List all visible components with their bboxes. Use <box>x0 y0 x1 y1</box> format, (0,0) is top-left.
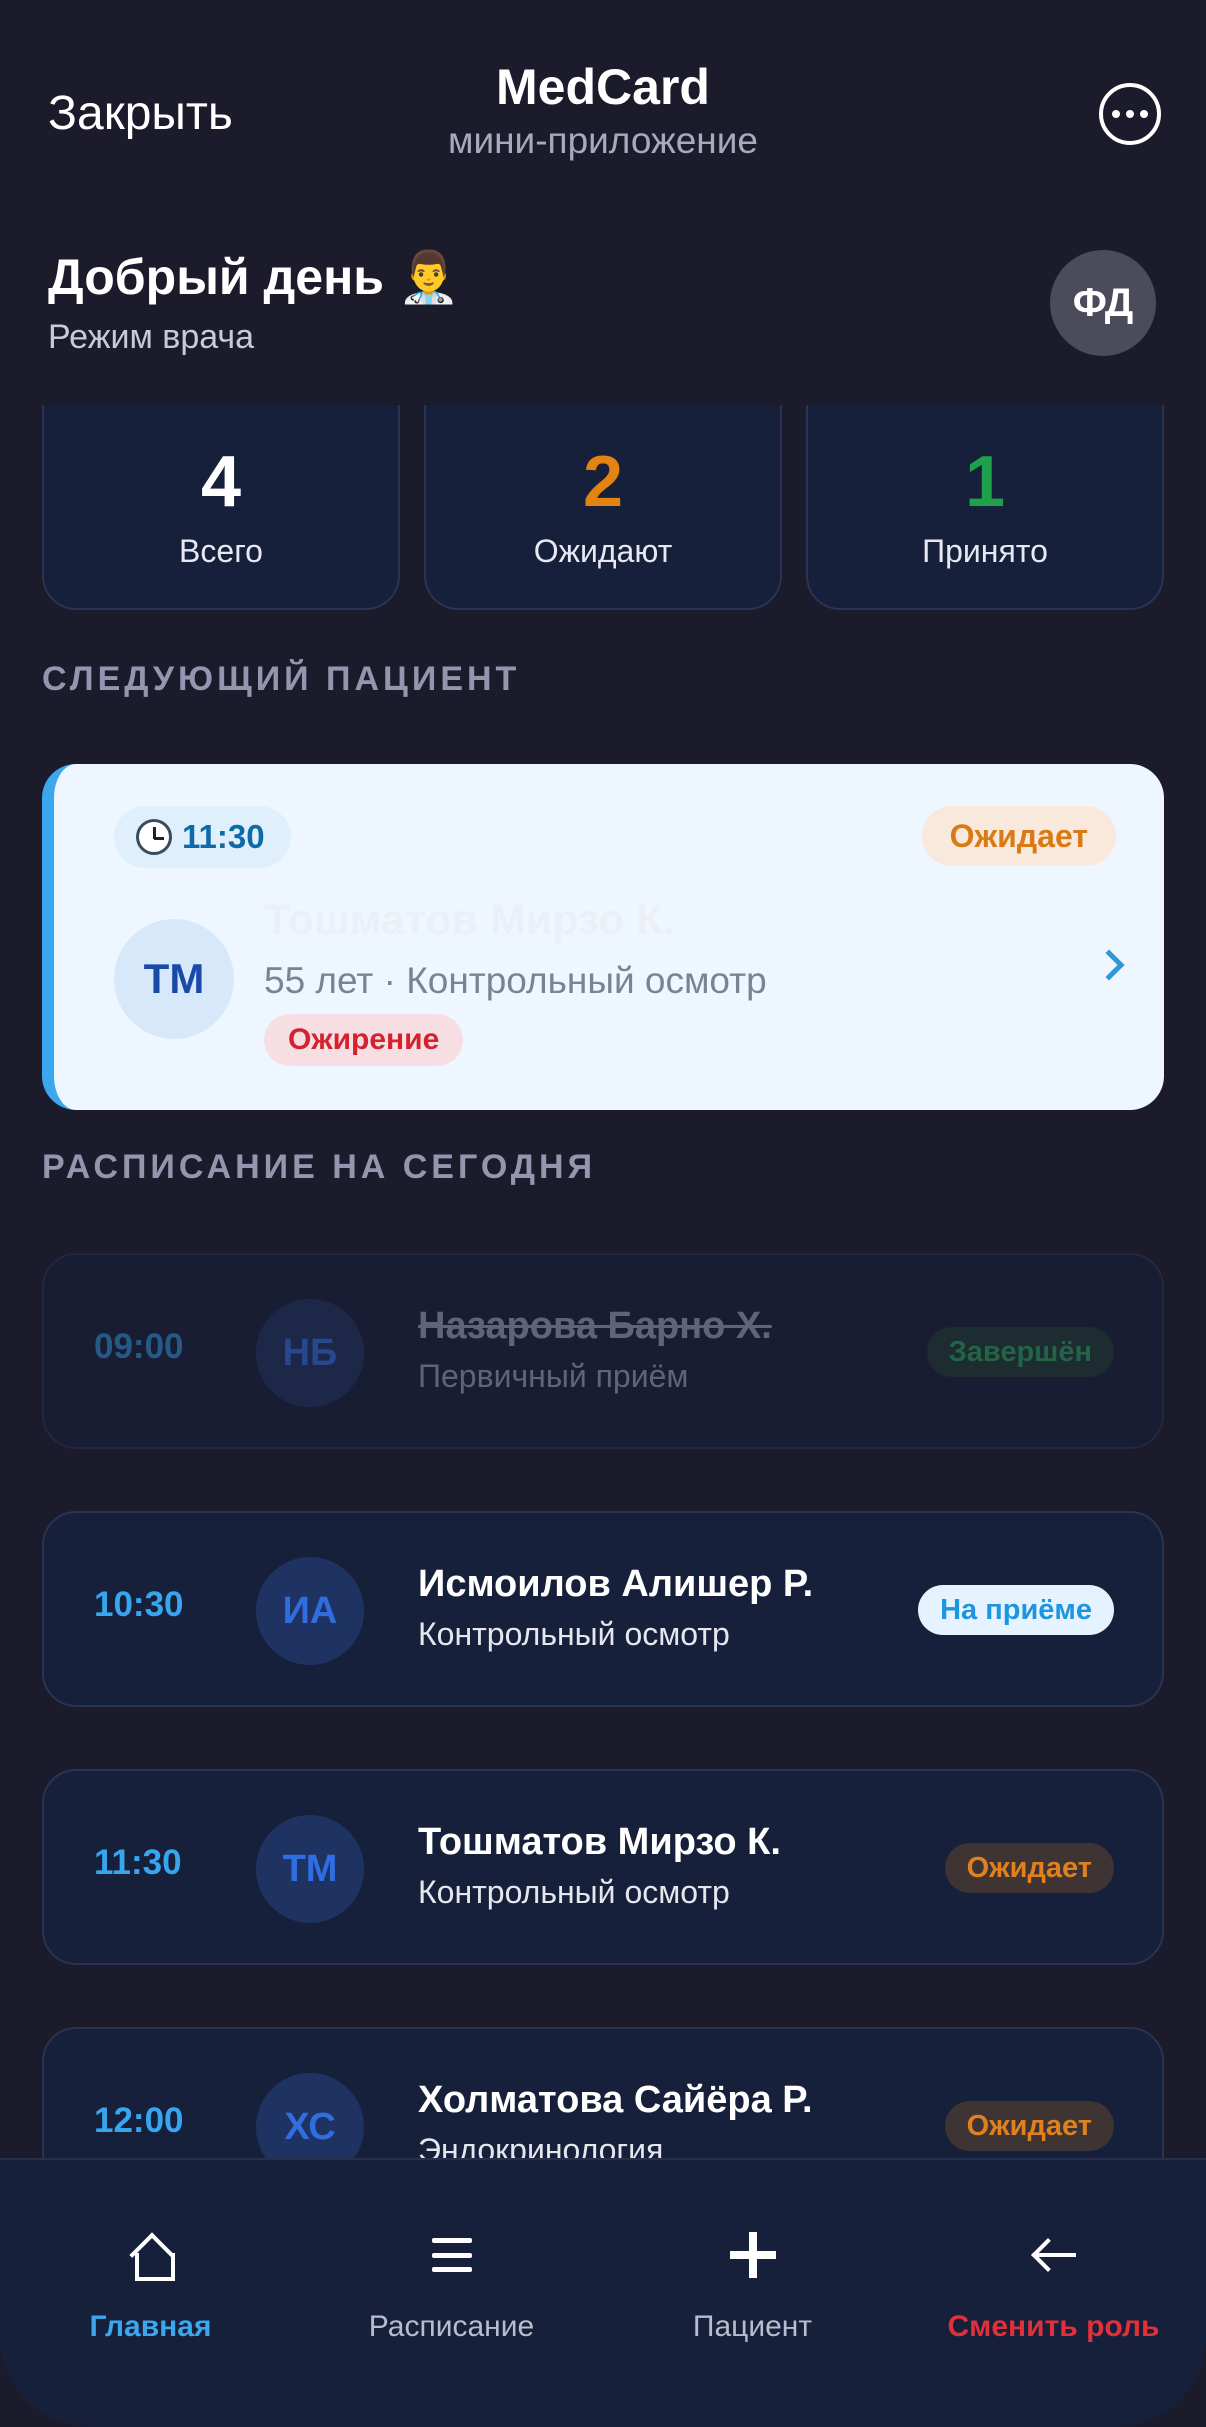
status-badge: На приёме <box>918 1585 1114 1635</box>
stat-label: Ожидают <box>533 533 673 569</box>
patient-avatar: НБ <box>256 1299 364 1407</box>
app-header: Закрыть MedCard мини-приложение <box>0 0 1206 220</box>
stat-label: Всего <box>179 533 263 569</box>
stat-card-accepted: 1 Принято <box>806 405 1164 610</box>
tab-patient[interactable]: Пациент <box>602 2160 903 2427</box>
next-patient-section-title: СЛЕДУЮЩИЙ ПАЦИЕНТ <box>42 660 521 698</box>
bottom-tab-bar: Главная Расписание Пациент Сменить роль <box>0 2158 1206 2427</box>
row-time: 11:30 <box>94 1843 182 1882</box>
tab-label: Сменить роль <box>947 2310 1160 2343</box>
patient-name: Исмоилов Алишер Р. <box>418 1563 814 1605</box>
stat-label: Принято <box>922 533 1048 569</box>
schedule-row[interactable]: 11:30 ТМ Тошматов Мирзо К. Контрольный о… <box>42 1769 1164 1965</box>
appointment-type: Первичный приём <box>418 1358 689 1394</box>
patient-info: 55 лет · Контрольный осмотр <box>264 960 767 1001</box>
next-patient-card[interactable]: 11:30 Ожидает ТМ Тошматов Мирзо К. 55 ле… <box>42 764 1164 1110</box>
patient-avatar: ИА <box>256 1557 364 1665</box>
back-arrow-icon <box>1030 2235 1078 2275</box>
tab-switch-role[interactable]: Сменить роль <box>903 2160 1204 2427</box>
appointment-type: Контрольный осмотр <box>418 1616 730 1652</box>
row-time: 09:00 <box>94 1327 184 1366</box>
more-options-icon[interactable] <box>1099 83 1161 145</box>
patient-avatar: ТМ <box>114 919 234 1039</box>
schedule-row[interactable]: 09:00 НБ Назарова Барно Х. Первичный при… <box>42 1253 1164 1449</box>
app-title: MedCard <box>496 59 710 115</box>
appointment-type: Контрольный осмотр <box>418 1874 730 1910</box>
patient-name: Холматова Сайёра Р. <box>418 2079 813 2121</box>
schedule-row[interactable]: 10:30 ИА Исмоилов Алишер Р. Контрольный … <box>42 1511 1164 1707</box>
stat-card-total: 4 Всего <box>42 405 400 610</box>
status-badge: Ожидает <box>944 1843 1114 1893</box>
schedule-section-title: РАСПИСАНИЕ НА СЕГОДНЯ <box>42 1148 597 1186</box>
appointment-time-pill: 11:30 <box>114 806 291 868</box>
stat-value: 2 <box>582 442 624 522</box>
patient-avatar: ТМ <box>256 1815 364 1923</box>
appointment-time: 11:30 <box>182 818 265 855</box>
tab-label: Пациент <box>692 2310 813 2343</box>
tab-label: Главная <box>89 2310 212 2343</box>
stats-row: 4 Всего 2 Ожидают 1 Принято <box>42 405 1164 610</box>
greeting-title: Добрый день 👨‍⚕️ <box>48 249 461 305</box>
status-badge: Завершён <box>926 1327 1114 1377</box>
user-avatar[interactable]: ФД <box>1050 250 1156 356</box>
row-time: 12:00 <box>94 2101 184 2140</box>
plus-icon <box>729 2232 776 2278</box>
role-mode-label: Режим врача <box>48 318 255 356</box>
app-subtitle: мини-приложение <box>448 120 758 161</box>
list-icon <box>431 2238 472 2272</box>
clock-icon <box>136 819 172 855</box>
stat-value: 1 <box>964 442 1006 522</box>
tab-home[interactable]: Главная <box>0 2160 301 2427</box>
patient-name: Тошматов Мирзо К. <box>418 1821 781 1863</box>
patient-name: Тошматов Мирзо К. <box>264 896 675 944</box>
home-icon <box>131 2235 175 2281</box>
tab-label: Расписание <box>368 2310 535 2343</box>
tab-schedule[interactable]: Расписание <box>301 2160 602 2427</box>
status-badge: Ожидает <box>921 806 1116 866</box>
stat-value: 4 <box>200 442 242 522</box>
chevron-right-icon[interactable] <box>1093 949 1125 981</box>
status-badge: Ожидает <box>944 2101 1114 2151</box>
row-time: 10:30 <box>94 1585 184 1624</box>
stat-card-waiting: 2 Ожидают <box>424 405 782 610</box>
diagnosis-tag: Ожирение <box>264 1014 464 1066</box>
patient-name: Назарова Барно Х. <box>418 1305 772 1347</box>
